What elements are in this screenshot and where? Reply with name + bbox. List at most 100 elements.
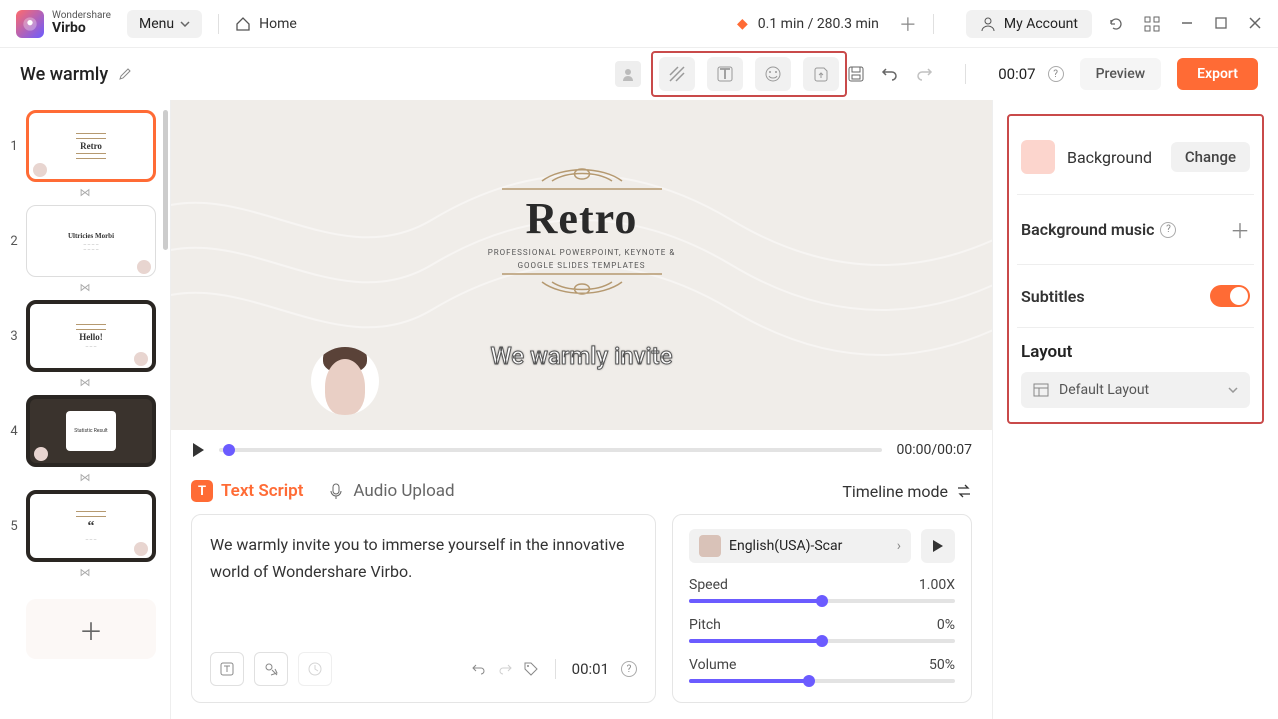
avatar-icon bbox=[134, 352, 148, 366]
app-logo: Wondershare Virbo bbox=[16, 10, 111, 38]
text-badge-icon: T bbox=[191, 480, 213, 502]
refresh-icon[interactable] bbox=[1108, 16, 1124, 32]
voice-play-button[interactable] bbox=[921, 529, 955, 563]
info-icon[interactable]: ? bbox=[1048, 66, 1064, 82]
menu-button[interactable]: Menu bbox=[127, 10, 202, 38]
slide-panel: 1 Retro ⋈ 2 Ultricies Morbi— — — —— — — … bbox=[0, 100, 170, 719]
change-button[interactable]: Change bbox=[1171, 142, 1250, 172]
transition-icon[interactable]: ⋈ bbox=[8, 281, 162, 294]
background-label: Background bbox=[1067, 148, 1152, 167]
playback-track[interactable] bbox=[219, 448, 882, 452]
background-tool-button[interactable] bbox=[659, 57, 695, 91]
usage-text: 0.1 min / 280.3 min bbox=[758, 16, 879, 32]
background-row: Background Change bbox=[1021, 130, 1250, 184]
tab-text-script[interactable]: T Text Script bbox=[191, 480, 303, 502]
properties-panel: Background Change Background music ? ＋ S… bbox=[993, 100, 1278, 719]
brand-name: Virbo bbox=[52, 21, 111, 36]
transition-icon[interactable]: ⋈ bbox=[8, 566, 162, 579]
preview-button[interactable]: Preview bbox=[1080, 58, 1162, 90]
playback-time: 00:00/00:07 bbox=[896, 442, 972, 458]
transition-icon[interactable]: ⋈ bbox=[8, 471, 162, 484]
divider bbox=[555, 659, 556, 679]
chevron-right-icon: › bbox=[897, 538, 901, 554]
subtitles-toggle[interactable] bbox=[1210, 285, 1250, 307]
text-tool-button[interactable] bbox=[707, 57, 743, 91]
logo-icon bbox=[16, 10, 44, 38]
voice-name: English(USA)-Scar bbox=[729, 538, 842, 554]
insert-pause-button[interactable] bbox=[210, 652, 244, 686]
chevron-down-icon bbox=[1228, 387, 1238, 393]
edit-name-icon[interactable] bbox=[118, 67, 132, 81]
save-icon[interactable] bbox=[847, 65, 865, 83]
slide-thumb-4[interactable]: 4 Statistic Result bbox=[8, 395, 162, 467]
speed-slider[interactable]: Speed1.00X bbox=[689, 577, 955, 603]
divider bbox=[933, 14, 934, 34]
sticker-tool-button[interactable] bbox=[755, 57, 791, 91]
volume-slider[interactable]: Volume50% bbox=[689, 657, 955, 683]
maximize-icon[interactable] bbox=[1214, 16, 1228, 32]
script-redo-icon[interactable] bbox=[497, 661, 513, 677]
redo-icon[interactable] bbox=[915, 65, 933, 83]
canvas-caption: We warmly invite bbox=[482, 342, 682, 370]
account-label: My Account bbox=[1004, 16, 1078, 32]
script-undo-icon[interactable] bbox=[471, 661, 487, 677]
insert-tool-group bbox=[651, 51, 847, 97]
bgmusic-row: Background music ? ＋ bbox=[1021, 205, 1250, 254]
home-label: Home bbox=[259, 16, 297, 32]
pitch-slider[interactable]: Pitch0% bbox=[689, 617, 955, 643]
account-button[interactable]: My Account bbox=[966, 10, 1092, 38]
playback-bar: 00:00/00:07 bbox=[171, 430, 992, 470]
script-editor[interactable]: We warmly invite you to immerse yourself… bbox=[191, 514, 656, 703]
undo-icon[interactable] bbox=[881, 65, 899, 83]
export-button[interactable]: Export bbox=[1177, 58, 1258, 90]
divider bbox=[218, 14, 219, 34]
swap-icon bbox=[956, 484, 972, 498]
avatar-icon bbox=[134, 542, 148, 556]
project-name: We warmly bbox=[20, 64, 132, 85]
ornament-top-icon bbox=[482, 161, 682, 193]
slide-thumb-5[interactable]: 5 “— — — bbox=[8, 490, 162, 562]
timeline-mode-button[interactable]: Timeline mode bbox=[842, 482, 972, 501]
chevron-down-icon bbox=[180, 21, 190, 27]
home-link[interactable]: Home bbox=[235, 16, 297, 32]
avatar-tool-button[interactable] bbox=[615, 61, 641, 87]
info-icon[interactable]: ? bbox=[1160, 222, 1176, 238]
scrollbar[interactable] bbox=[163, 110, 168, 250]
layout-selector[interactable]: Default Layout bbox=[1021, 372, 1250, 408]
avatar-icon bbox=[34, 447, 48, 461]
tab-audio-upload[interactable]: Audio Upload bbox=[327, 481, 454, 501]
layout-title: Layout bbox=[1021, 342, 1250, 362]
add-music-button[interactable]: ＋ bbox=[1230, 215, 1250, 244]
add-slide-button[interactable]: ＋ bbox=[26, 599, 156, 659]
background-swatch[interactable] bbox=[1021, 140, 1055, 174]
mic-icon bbox=[327, 482, 345, 500]
translate-button[interactable] bbox=[254, 652, 288, 686]
slide-thumb-2[interactable]: 2 Ultricies Morbi— — — —— — — — bbox=[8, 205, 162, 277]
canvas-avatar[interactable] bbox=[311, 347, 379, 415]
info-icon[interactable]: ? bbox=[621, 661, 637, 677]
grid-icon[interactable] bbox=[1144, 16, 1160, 32]
menu-label: Menu bbox=[139, 16, 174, 32]
slide-thumb-3[interactable]: 3 Hello!— — — bbox=[8, 300, 162, 372]
tag-icon[interactable] bbox=[523, 661, 539, 677]
canvas-sub2: GOOGLE SLIDES TEMPLATES bbox=[482, 261, 682, 270]
add-credits-button[interactable]: ＋ bbox=[899, 11, 917, 37]
speed-button[interactable] bbox=[298, 652, 332, 686]
slide-thumb-1[interactable]: 1 Retro bbox=[8, 110, 162, 182]
close-icon[interactable] bbox=[1248, 16, 1262, 32]
minimize-icon[interactable] bbox=[1180, 16, 1194, 32]
titlebar: Wondershare Virbo Menu Home ◆ 0.1 min / … bbox=[0, 0, 1278, 48]
playback-thumb[interactable] bbox=[223, 444, 235, 456]
layout-value: Default Layout bbox=[1059, 382, 1149, 398]
script-content[interactable]: We warmly invite you to immerse yourself… bbox=[210, 531, 637, 640]
voice-selector[interactable]: English(USA)-Scar › bbox=[689, 529, 911, 563]
voice-avatar-icon bbox=[699, 535, 721, 557]
duration-display: 00:07 ? bbox=[998, 65, 1063, 83]
transition-icon[interactable]: ⋈ bbox=[8, 376, 162, 389]
voice-panel: English(USA)-Scar › Speed1.00X Pitch0% bbox=[672, 514, 972, 703]
transition-icon[interactable]: ⋈ bbox=[8, 186, 162, 199]
canvas[interactable]: Retro PROFESSIONAL POWERPOINT, KEYNOTE &… bbox=[171, 100, 992, 430]
gem-icon: ◆ bbox=[737, 16, 748, 32]
play-button[interactable] bbox=[191, 442, 205, 458]
upload-tool-button[interactable] bbox=[803, 57, 839, 91]
